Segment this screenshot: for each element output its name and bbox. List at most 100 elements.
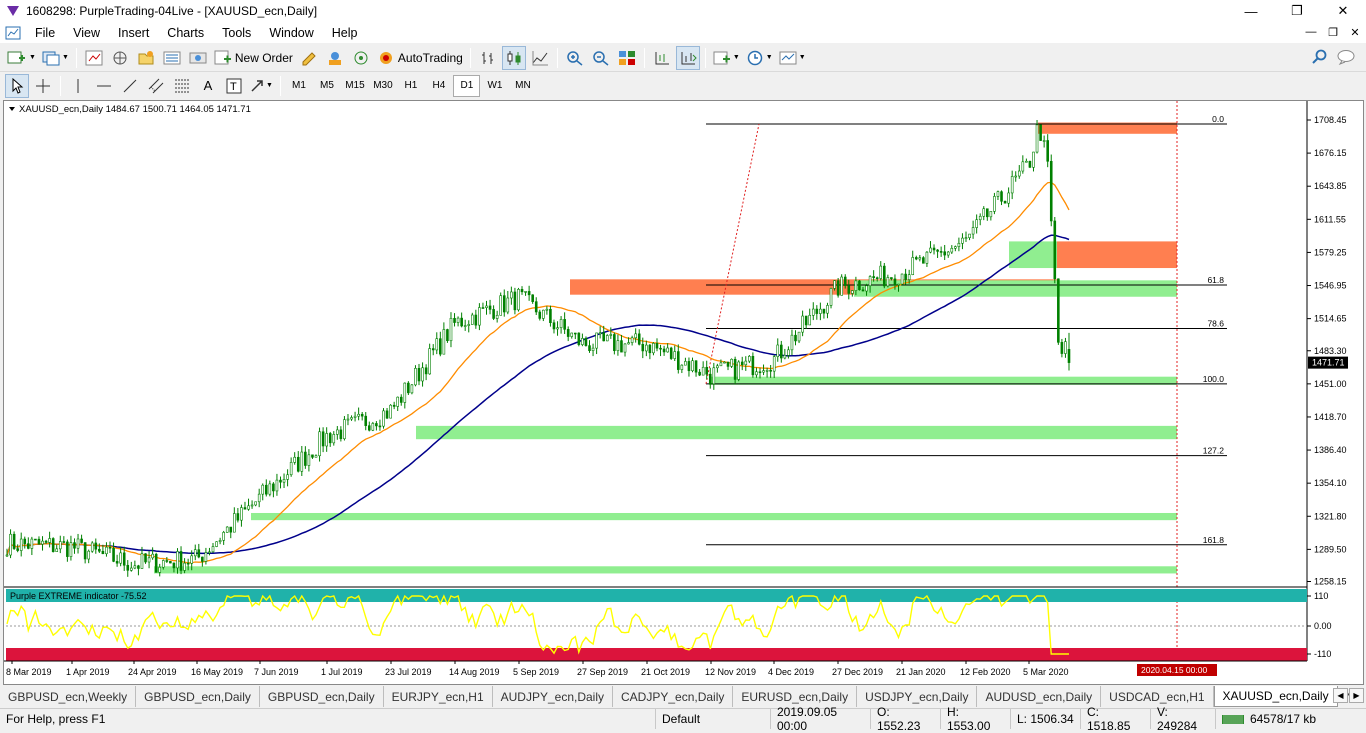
- candle-body[interactable]: [19, 538, 23, 551]
- demand-zone[interactable]: [416, 425, 1177, 440]
- candle-body[interactable]: [716, 365, 719, 369]
- candle-body[interactable]: [44, 540, 48, 543]
- candlestick-icon[interactable]: [501, 45, 526, 70]
- candle-body[interactable]: [772, 356, 776, 372]
- candle-body[interactable]: [694, 360, 698, 373]
- candle-body[interactable]: [893, 278, 897, 286]
- candle-body[interactable]: [428, 348, 431, 375]
- tester-icon[interactable]: [186, 46, 210, 70]
- candle-body[interactable]: [914, 257, 918, 260]
- arrows-button[interactable]: ▼: [248, 74, 275, 98]
- candle-body[interactable]: [336, 429, 339, 435]
- candle-body[interactable]: [1010, 176, 1014, 194]
- candle-body[interactable]: [620, 340, 623, 353]
- candle-body[interactable]: [634, 333, 637, 339]
- candle-body[interactable]: [815, 308, 819, 314]
- candle-body[interactable]: [698, 371, 701, 376]
- market-watch-icon[interactable]: [82, 46, 106, 70]
- candle-body[interactable]: [904, 273, 907, 280]
- candle-body[interactable]: [332, 434, 336, 444]
- candle-body[interactable]: [190, 555, 193, 564]
- candle-body[interactable]: [719, 362, 723, 367]
- candle-body[interactable]: [94, 542, 98, 550]
- menu-window[interactable]: Window: [260, 23, 322, 43]
- search-icon[interactable]: [1312, 49, 1328, 68]
- candle-body[interactable]: [485, 305, 488, 308]
- candle-body[interactable]: [673, 351, 677, 359]
- candle-body[interactable]: [961, 237, 964, 244]
- candle-body[interactable]: [1017, 170, 1021, 177]
- timeframe-m30[interactable]: M30: [369, 75, 396, 97]
- tab-scroll-right-icon[interactable]: ▶: [1349, 688, 1364, 703]
- candle-body[interactable]: [481, 307, 485, 309]
- candle-body[interactable]: [417, 368, 421, 382]
- candle-body[interactable]: [1046, 140, 1049, 162]
- candle-body[interactable]: [1028, 160, 1032, 168]
- candle-body[interactable]: [357, 413, 360, 417]
- candle-body[interactable]: [538, 311, 542, 319]
- candle-body[interactable]: [286, 474, 289, 480]
- candle-body[interactable]: [613, 334, 616, 351]
- candle-body[interactable]: [165, 560, 169, 562]
- candle-body[interactable]: [328, 433, 332, 444]
- candle-body[interactable]: [453, 317, 456, 323]
- candle-body[interactable]: [467, 324, 471, 326]
- demand-zone[interactable]: [1009, 241, 1057, 269]
- candle-body[interactable]: [705, 366, 709, 375]
- candle-body[interactable]: [208, 551, 211, 554]
- candle-body[interactable]: [474, 314, 478, 326]
- candle-body[interactable]: [598, 332, 602, 335]
- candle-body[interactable]: [609, 334, 613, 336]
- candle-body[interactable]: [996, 191, 1000, 197]
- candle-body[interactable]: [879, 265, 883, 279]
- chat-icon[interactable]: [323, 46, 347, 70]
- candle-body[interactable]: [218, 540, 222, 543]
- candle-body[interactable]: [424, 367, 428, 375]
- candle-body[interactable]: [275, 479, 279, 492]
- candle-body[interactable]: [1014, 175, 1018, 178]
- candle-body[interactable]: [900, 273, 904, 285]
- candle-body[interactable]: [16, 548, 19, 551]
- candle-body[interactable]: [27, 543, 30, 549]
- candle-body[interactable]: [971, 227, 975, 235]
- candle-body[interactable]: [172, 562, 176, 569]
- candle-body[interactable]: [1003, 200, 1007, 204]
- candle-body[interactable]: [222, 532, 225, 541]
- candle-body[interactable]: [751, 355, 755, 376]
- candle-body[interactable]: [382, 410, 385, 427]
- candle-body[interactable]: [868, 276, 872, 287]
- candle-body[interactable]: [378, 425, 382, 428]
- candle-body[interactable]: [243, 507, 247, 510]
- candle-body[interactable]: [396, 396, 400, 407]
- candle-body[interactable]: [765, 370, 769, 372]
- candle-body[interactable]: [602, 332, 606, 342]
- timeframe-h1[interactable]: H1: [397, 75, 424, 97]
- candle-body[interactable]: [584, 338, 588, 346]
- candle-body[interactable]: [431, 348, 435, 351]
- candle-body[interactable]: [790, 334, 794, 351]
- candle-body[interactable]: [367, 425, 371, 431]
- candle-body[interactable]: [581, 338, 584, 345]
- candle-body[interactable]: [161, 560, 165, 568]
- candle-body[interactable]: [456, 317, 460, 323]
- text-label-icon[interactable]: T: [222, 74, 246, 98]
- candle-body[interactable]: [197, 549, 201, 558]
- candle-body[interactable]: [442, 329, 446, 355]
- candle-body[interactable]: [147, 557, 151, 563]
- crosshair-icon[interactable]: [31, 74, 55, 98]
- candle-body[interactable]: [389, 404, 392, 419]
- candle-body[interactable]: [968, 233, 971, 238]
- timeframe-m1[interactable]: M1: [285, 75, 312, 97]
- candle-body[interactable]: [939, 251, 943, 253]
- candle-body[interactable]: [943, 251, 946, 256]
- candle-body[interactable]: [623, 343, 627, 353]
- candle-body[interactable]: [907, 274, 911, 280]
- zoom-out-icon[interactable]: [589, 46, 613, 70]
- candle-body[interactable]: [23, 538, 27, 544]
- chat-bubble-icon[interactable]: [1336, 49, 1356, 68]
- new-order-button[interactable]: New Order: [212, 46, 295, 70]
- candle-body[interactable]: [140, 553, 144, 569]
- price-chart[interactable]: 0.0 61.8 78.6 100.0 127.2 161.8 1708.45 1676.15…: [4, 101, 1365, 686]
- menu-help[interactable]: Help: [323, 23, 367, 43]
- candle-body[interactable]: [1053, 220, 1057, 280]
